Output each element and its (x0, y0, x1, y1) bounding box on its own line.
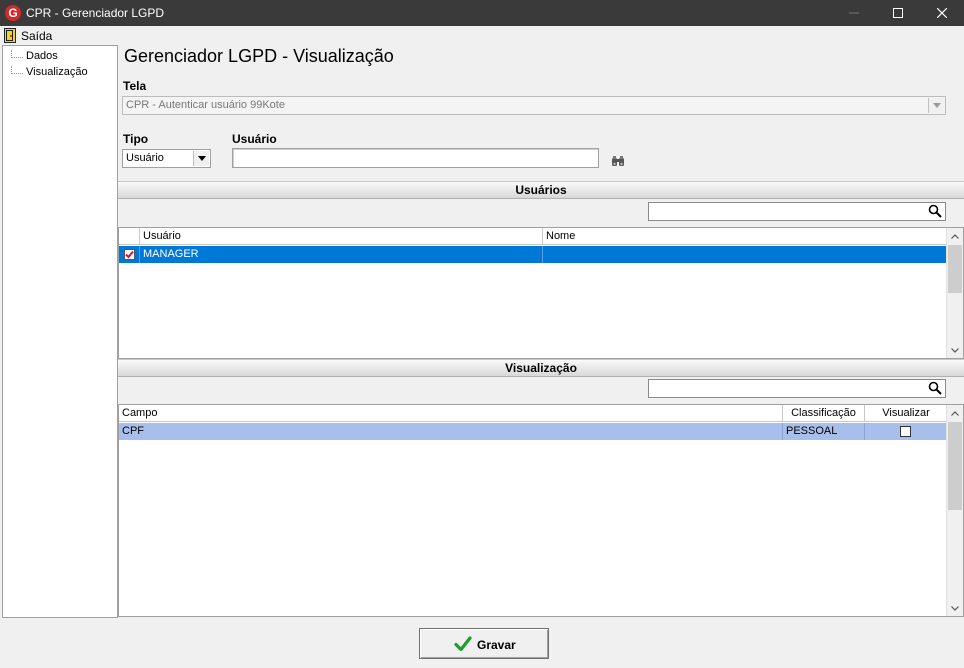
checkmark-icon (454, 636, 472, 652)
chevron-down-icon[interactable] (193, 151, 209, 166)
tree-item-label: Dados (26, 50, 58, 62)
column-header-campo[interactable]: Campo (119, 405, 783, 422)
usuarios-section-header: Usuários (118, 181, 964, 199)
scroll-down-icon[interactable] (947, 600, 963, 616)
visualizacao-search[interactable] (648, 379, 946, 398)
search-icon[interactable] (928, 381, 942, 395)
visualizacao-vertical-scrollbar[interactable] (946, 405, 963, 616)
tela-combobox[interactable]: CPR - Autenticar usuário 99Kote (122, 96, 946, 115)
cell-campo: CPF (119, 423, 783, 440)
cell-nome (543, 246, 948, 263)
scroll-thumb[interactable] (948, 245, 962, 293)
tela-label: Tela (123, 79, 147, 93)
maximize-button[interactable] (876, 0, 920, 26)
cell-usuario: MANAGER (140, 246, 543, 263)
table-row[interactable]: CPF PESSOAL (119, 423, 948, 440)
column-header-select[interactable] (119, 228, 140, 245)
scroll-down-icon[interactable] (947, 342, 963, 358)
app-logo-icon: G (5, 5, 21, 21)
close-button[interactable] (920, 0, 964, 26)
usuarios-grid: Usuário Nome MANAGER (118, 227, 964, 359)
minimize-button[interactable] (832, 0, 876, 26)
tipo-combobox[interactable]: Usuário (122, 149, 211, 168)
scroll-thumb[interactable] (948, 422, 962, 510)
column-header-nome[interactable]: Nome (543, 228, 948, 245)
save-button[interactable]: Gravar (419, 628, 549, 659)
column-header-classificacao[interactable]: Classificação (783, 405, 865, 422)
tree-item-label: Visualização (26, 66, 88, 78)
maximize-icon (893, 8, 903, 18)
menu-exit[interactable]: Saída (21, 29, 52, 43)
title-bar: G CPR - Gerenciador LGPD (0, 0, 964, 26)
menu-bar: Saída (0, 26, 964, 45)
visualizar-checkbox[interactable] (900, 426, 911, 437)
scroll-up-icon[interactable] (947, 228, 963, 244)
tipo-label: Tipo (123, 132, 149, 146)
usuarios-search[interactable] (648, 202, 946, 221)
usuario-label: Usuário (232, 132, 277, 146)
tipo-value: Usuário (126, 152, 164, 164)
usuario-input[interactable] (232, 148, 599, 168)
page-title: Gerenciador LGPD - Visualização (124, 46, 394, 66)
save-button-label: Gravar (477, 638, 516, 652)
exit-door-icon[interactable] (4, 28, 16, 43)
row-checkbox[interactable] (124, 249, 135, 260)
navigation-tree: Dados Visualização (2, 45, 118, 618)
column-header-visualizar[interactable]: Visualizar (865, 405, 948, 422)
table-row[interactable]: MANAGER (119, 246, 948, 263)
usuarios-vertical-scrollbar[interactable] (946, 228, 963, 358)
visualizacao-grid: Campo Classificação Visualizar CPF PESSO… (118, 404, 964, 617)
binoculars-icon[interactable] (611, 155, 625, 167)
column-header-usuario[interactable]: Usuário (140, 228, 543, 245)
minimize-icon (849, 12, 859, 14)
window-title: CPR - Gerenciador LGPD (26, 6, 165, 20)
search-icon[interactable] (928, 204, 942, 218)
cell-classificacao: PESSOAL (783, 423, 865, 440)
close-icon (937, 8, 947, 18)
visualizacao-section-header: Visualização (118, 359, 964, 377)
scroll-up-icon[interactable] (947, 405, 963, 421)
tela-value: CPR - Autenticar usuário 99Kote (126, 99, 285, 111)
chevron-down-icon[interactable] (928, 98, 944, 113)
